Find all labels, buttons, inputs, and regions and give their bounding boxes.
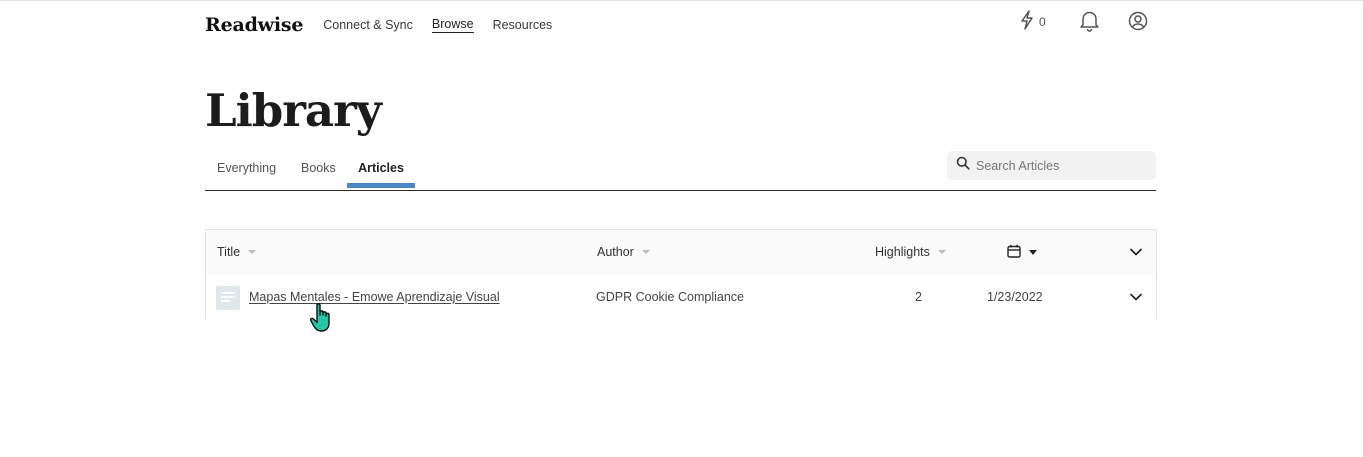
search-box[interactable]	[947, 151, 1156, 180]
search-input[interactable]	[976, 158, 1146, 173]
chevron-down-icon	[1129, 291, 1143, 308]
review-button[interactable]: 0	[1020, 9, 1046, 35]
expand-all-button[interactable]	[1129, 245, 1143, 264]
tab-everything[interactable]: Everything	[217, 161, 276, 175]
bell-icon	[1079, 11, 1100, 36]
column-title-label: Title	[217, 245, 241, 259]
column-highlights-label: Highlights	[875, 245, 930, 259]
user-icon	[1127, 11, 1149, 36]
chevron-down-icon	[1129, 246, 1143, 263]
sort-caret-icon	[248, 250, 257, 254]
nav-browse[interactable]: Browse	[431, 17, 474, 33]
column-title[interactable]: Title	[217, 245, 257, 259]
sort-caret-icon	[937, 250, 946, 254]
caret-down-icon	[1029, 250, 1037, 255]
articles-table: Title Author Highlights Mapas Mentales -…	[205, 229, 1157, 319]
review-count: 0	[1039, 15, 1046, 29]
brand-logo[interactable]: Readwise	[205, 14, 303, 36]
hand-cursor-icon	[309, 302, 335, 339]
column-highlights[interactable]: Highlights	[875, 245, 946, 259]
nav-resources[interactable]: Resources	[493, 18, 553, 33]
row-expand-button[interactable]	[1129, 290, 1143, 309]
table-header: Title Author Highlights	[206, 230, 1156, 275]
calendar-icon	[1007, 244, 1021, 261]
article-icon	[216, 286, 240, 310]
tab-books[interactable]: Books	[301, 161, 336, 175]
search-icon	[947, 156, 970, 175]
nav-connect-sync[interactable]: Connect & Sync	[323, 18, 413, 33]
column-author-label: Author	[597, 245, 634, 259]
library-tabs: Everything Books Articles	[205, 150, 1156, 191]
column-author[interactable]: Author	[597, 245, 650, 259]
account-button[interactable]	[1127, 10, 1149, 34]
bolt-icon	[1020, 9, 1034, 35]
page-title: Library	[205, 84, 382, 137]
article-title-link[interactable]: Mapas Mentales - Emowe Aprendizaje Visua…	[249, 290, 500, 304]
article-highlights-count: 2	[915, 290, 922, 304]
active-tab-indicator	[347, 183, 415, 188]
column-date[interactable]	[1007, 244, 1037, 261]
article-author: GDPR Cookie Compliance	[596, 290, 744, 304]
top-border	[0, 0, 1363, 3]
top-nav: Readwise Connect & Sync Browse Resources	[205, 12, 552, 38]
notifications-button[interactable]	[1079, 10, 1100, 34]
table-row[interactable]: Mapas Mentales - Emowe Aprendizaje Visua…	[206, 275, 1156, 319]
sort-caret-icon	[641, 250, 650, 254]
article-date: 1/23/2022	[987, 290, 1043, 304]
